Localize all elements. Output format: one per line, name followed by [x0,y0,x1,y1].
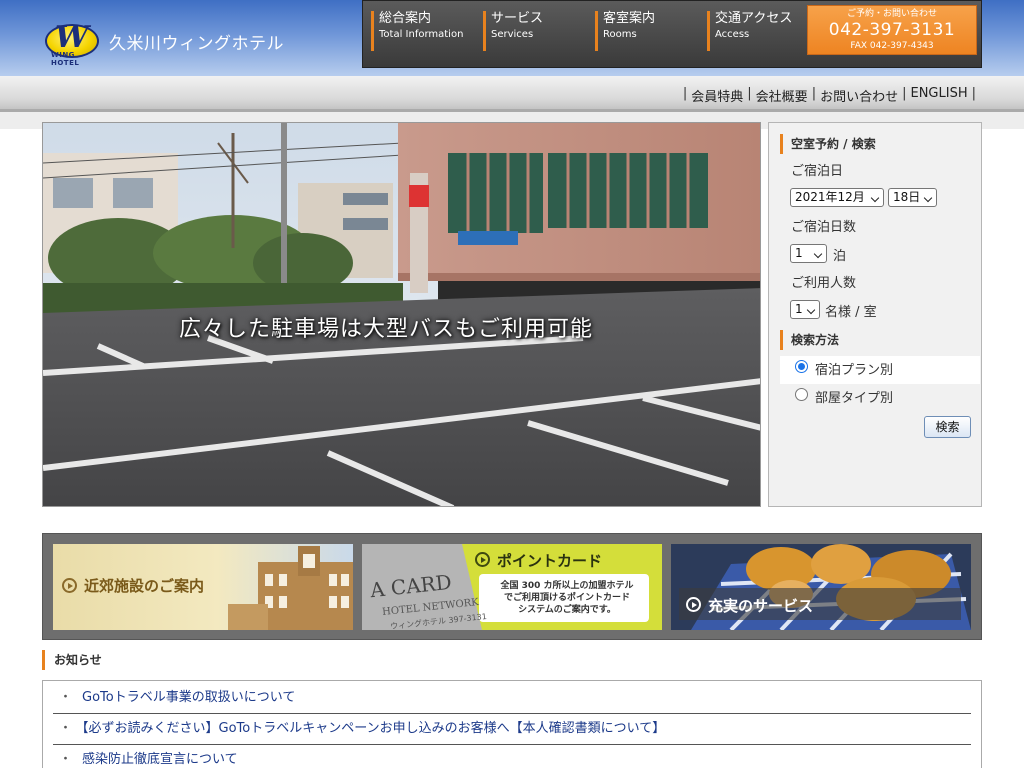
news-list: ・ GoToトラベル事業の取扱いについて ・【必ずお読みください】GoToトラベル… [42,680,982,768]
hero-image: 広々した駐車場は大型バスもご利用可能 [42,122,761,507]
sub-nav: | 会員特典 | 会社概要 | お問い合わせ | ENGLISH | [682,86,976,105]
sub-nav-contact[interactable]: お問い合わせ [820,86,898,105]
logo-emblem: W WING HOTEL [45,23,99,67]
news-item-link[interactable]: GoToトラベル事業の取扱いについて [82,690,295,705]
contact-label: ご予約・お問い合わせ [846,9,937,19]
contact-box[interactable]: ご予約・お問い合わせ 042-397-3131 FAX 042-397-4343 [807,5,977,55]
booking-title: 空室予約 / 検索 [780,134,970,154]
banner-title: ポイントカード [497,552,603,570]
banner-services[interactable]: 充実のサービス [671,544,971,630]
nav-rooms[interactable]: 客室案内 Rooms [587,1,699,67]
sub-nav-company[interactable]: 会社概要 [756,86,808,105]
news-title: お知らせ [42,650,102,670]
news-item[interactable]: ・ GoToトラベル事業の取扱いについて [53,683,971,714]
day-select[interactable]: 18日 [888,188,937,207]
nights-unit: 泊 [833,249,847,264]
news-item-link[interactable]: 【必ずお読みください】GoToトラベルキャンペーンお申し込みのお客様へ【本人確認… [82,721,665,736]
nights-label: ご宿泊日数 [791,220,857,235]
logo-text: 久米川ウィングホテル [109,33,284,54]
radio-room-type[interactable] [795,388,808,401]
play-icon [686,597,701,612]
banner-title: 近郊施設のご案内 [84,577,205,595]
nav-total-information[interactable]: 総合案内 Total Information [363,1,475,67]
banner-nearby-facilities[interactable]: 近郊施設のご案内 [53,544,353,630]
sub-nav-member-benefits[interactable]: 会員特典 [691,86,743,105]
news-item-link[interactable]: 感染防止徹底宣言について [82,752,238,767]
people-unit: 名様 / 室 [825,305,877,320]
banner-strip: 近郊施設のご案内 A CARD HOTEL NETWORK ウィングホテル 39… [42,533,982,640]
radio-plan-label: 宿泊プラン別 [815,363,894,378]
banner-point-card[interactable]: A CARD HOTEL NETWORK ウィングホテル 397-3131 ポイ… [362,544,662,630]
play-icon [475,552,490,567]
search-method-title: 検索方法 [780,330,970,350]
sub-nav-english[interactable]: ENGLISH [910,86,967,105]
nav-services[interactable]: サービス Services [475,1,587,67]
banner-desc: 全国 300 カ所以上の加盟ホテル でご利用頂けるポイントカード システムのご案… [500,581,634,615]
contact-fax: FAX 042-397-4343 [850,41,934,51]
people-label: ご利用人数 [791,276,857,291]
booking-panel: 空室予約 / 検索 ご宿泊日 2021年12月 18日 ご宿泊日数 1 泊 ご利… [768,122,982,507]
search-button[interactable]: 検索 [924,416,971,438]
news-item[interactable]: ・感染防止徹底宣言について [53,745,971,768]
year-month-select[interactable]: 2021年12月 [790,188,884,207]
checkin-date-label: ご宿泊日 [791,164,844,179]
news-item[interactable]: ・【必ずお読みください】GoToトラベルキャンペーンお申し込みのお客様へ【本人確… [53,714,971,745]
site-logo[interactable]: W WING HOTEL 久米川ウィングホテル [45,23,284,67]
hero-caption: 広々した駐車場は大型バスもご利用可能 [179,317,594,342]
nights-select[interactable]: 1 [790,244,827,263]
contact-tel: 042-397-3131 [828,20,956,40]
banner-title: 充実のサービス [708,597,814,615]
radio-plan[interactable] [795,360,808,373]
people-select[interactable]: 1 [790,300,820,319]
play-icon [62,578,77,593]
nav-access[interactable]: 交通アクセス Access [699,1,807,67]
global-nav: 総合案内 Total Information サービス Services 客室案… [362,0,982,68]
radio-room-type-label: 部屋タイプ別 [815,391,894,406]
